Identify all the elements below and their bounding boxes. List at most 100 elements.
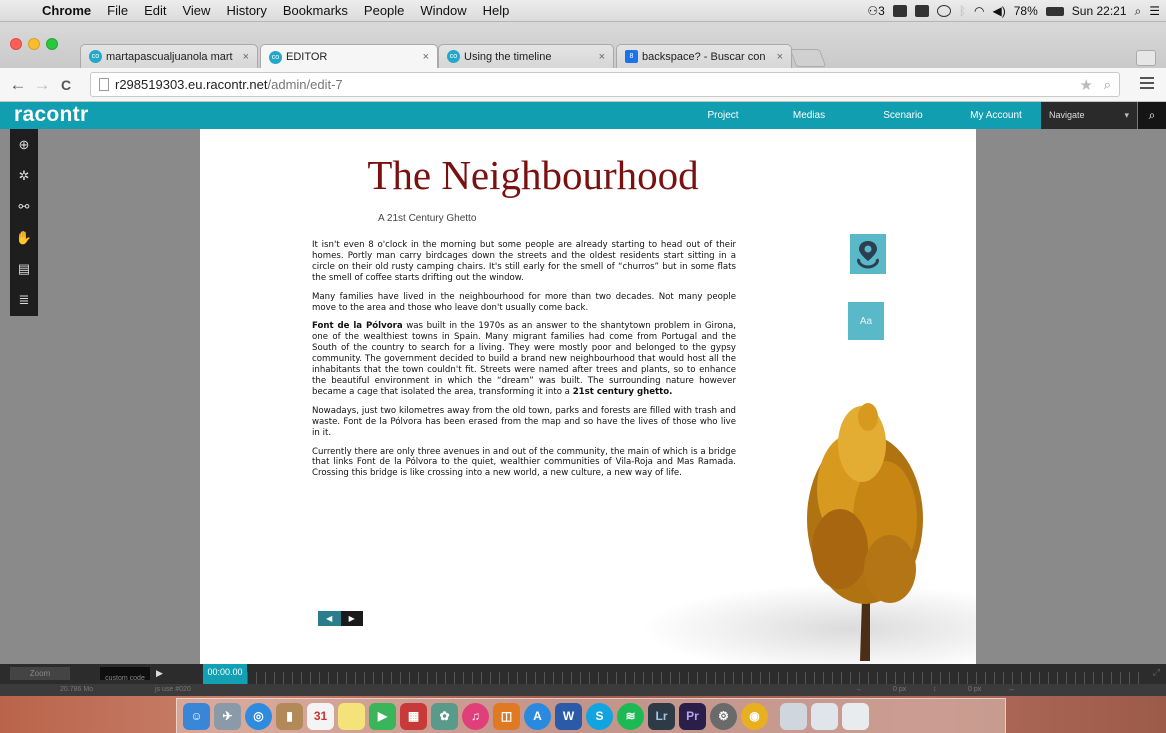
timecode-display[interactable]: 00:00.00 xyxy=(203,664,247,684)
add-element-icon[interactable]: ⊕ xyxy=(10,129,38,160)
premiere-icon[interactable]: Pr xyxy=(679,702,706,730)
chrome-toolbar: ← → C r298519303.eu.racontr.net/admin/ed… xyxy=(0,68,1166,102)
menu-help[interactable]: Help xyxy=(475,3,518,18)
battery-icon[interactable] xyxy=(1045,6,1064,16)
browser-tab-google-search[interactable]: 8 backspace? - Buscar con × xyxy=(616,44,792,68)
menubar-clock[interactable]: Sun 22:21 xyxy=(1072,4,1127,18)
notification-center-icon[interactable]: ☰ xyxy=(1149,4,1160,18)
story-text-block[interactable]: It isn't even 8 o'clock in the morning b… xyxy=(312,240,736,487)
photos-icon[interactable]: ✿ xyxy=(431,702,458,730)
downloads-stack-icon[interactable] xyxy=(780,702,807,730)
page-navigation-control[interactable]: ◀ ▶ xyxy=(318,611,363,626)
contacts-icon[interactable]: ▮ xyxy=(276,702,303,730)
menu-edit[interactable]: Edit xyxy=(136,3,174,18)
menu-people[interactable]: People xyxy=(356,3,412,18)
tab-close-icon[interactable]: × xyxy=(599,51,605,63)
ibooks-icon[interactable]: ◫ xyxy=(493,702,520,730)
tab-close-icon[interactable]: × xyxy=(423,51,429,63)
custom-code-button[interactable]: custom code xyxy=(100,667,150,680)
page-title[interactable]: The Neighbourhood xyxy=(200,151,866,199)
autumn-tree-image[interactable] xyxy=(790,399,940,661)
bookmark-star-icon[interactable]: ★ xyxy=(1080,76,1093,94)
play-icon[interactable]: ▶ xyxy=(156,668,163,679)
zoom-magnifier-icon[interactable]: ⌕ xyxy=(1104,77,1111,93)
next-page-button[interactable]: ▶ xyxy=(341,611,364,626)
nav-scenario[interactable]: Scenario xyxy=(870,102,936,129)
creative-cloud-icon[interactable]: ⚇3 xyxy=(867,4,884,18)
spotlight-icon[interactable]: ⌕ xyxy=(1135,4,1142,19)
browser-tab-editor[interactable]: co EDITOR × xyxy=(260,44,438,69)
media-element-button[interactable] xyxy=(850,234,886,274)
timeline-ruler[interactable] xyxy=(247,672,1147,684)
nav-medias[interactable]: Medias xyxy=(776,102,842,129)
browser-tab-martapascual[interactable]: co martapascualjuanola mart × xyxy=(80,44,258,68)
launchpad-icon[interactable]: ✈ xyxy=(214,702,241,730)
new-tab-button[interactable] xyxy=(789,49,827,67)
tab-close-icon[interactable]: × xyxy=(243,51,249,63)
expand-icon[interactable]: ⤢ xyxy=(1153,667,1160,678)
time-machine-icon[interactable] xyxy=(936,5,951,17)
racontr-logo[interactable]: racontr xyxy=(14,103,88,127)
navigate-dropdown[interactable]: Navigate ▾ xyxy=(1041,102,1137,129)
tool-palette: ⊕ ✲ ⚯ ✋ ▤ ≣ xyxy=(10,129,38,316)
link-icon[interactable]: ⚯ xyxy=(10,191,38,222)
display-icon[interactable] xyxy=(914,5,929,17)
search-icon[interactable]: ⌕ xyxy=(1138,102,1166,129)
skype-icon[interactable]: S xyxy=(586,702,613,730)
browser-tab-timeline[interactable]: co Using the timeline × xyxy=(438,44,614,68)
volume-icon[interactable]: ◀) xyxy=(993,4,1006,18)
zoom-window-button[interactable] xyxy=(46,38,58,50)
gear-icon[interactable]: ✲ xyxy=(10,160,38,191)
menu-app-chrome[interactable]: Chrome xyxy=(34,3,99,18)
close-window-button[interactable] xyxy=(10,38,22,50)
editor-canvas[interactable]: The Neighbourhood A 21st Century Ghetto … xyxy=(200,129,976,664)
documents-stack-icon[interactable] xyxy=(811,702,838,730)
previous-page-button[interactable]: ◀ xyxy=(318,611,341,626)
forward-button[interactable]: → xyxy=(30,75,54,95)
notes-icon[interactable] xyxy=(338,702,365,730)
reload-button[interactable]: C xyxy=(54,77,78,93)
bluetooth-icon[interactable]: ᛒ xyxy=(959,4,966,18)
back-button[interactable]: ← xyxy=(6,75,30,95)
wifi-icon[interactable]: ◠ xyxy=(974,4,984,18)
text-element-button[interactable]: Aa xyxy=(848,302,884,340)
menu-view[interactable]: View xyxy=(174,3,218,18)
adobe-icon[interactable] xyxy=(892,5,907,17)
lightroom-icon[interactable]: Lr xyxy=(648,702,675,730)
address-bar[interactable]: r298519303.eu.racontr.net/admin/edit-7 ★… xyxy=(90,72,1120,97)
menu-window[interactable]: Window xyxy=(412,3,474,18)
battery-percent[interactable]: 78% xyxy=(1014,4,1038,18)
safari-icon[interactable]: ◎ xyxy=(245,702,272,730)
hand-icon[interactable]: ✋ xyxy=(10,222,38,253)
finder-icon[interactable]: ☺ xyxy=(183,702,210,730)
y-offset-value[interactable]: 0 px xyxy=(968,686,981,693)
menu-file[interactable]: File xyxy=(99,3,136,18)
nav-my-account[interactable]: My Account xyxy=(958,102,1034,129)
zoom-control[interactable]: Zoom xyxy=(10,667,70,680)
facetime-icon[interactable]: ▶ xyxy=(369,702,396,730)
system-preferences-icon[interactable]: ⚙ xyxy=(710,702,737,730)
paragraph-4: Nowadays, just two kilometres away from … xyxy=(312,405,736,438)
trash-icon[interactable] xyxy=(842,702,869,730)
chrome-icon[interactable]: ◉ xyxy=(741,702,768,730)
spotify-icon[interactable]: ≋ xyxy=(617,702,644,730)
paragraph-1: It isn't even 8 o'clock in the morning b… xyxy=(312,240,736,283)
x-offset-value[interactable]: 0 px xyxy=(893,686,906,693)
itunes-icon[interactable]: ♫ xyxy=(462,702,489,730)
menu-history[interactable]: History xyxy=(218,3,274,18)
profile-button[interactable] xyxy=(1136,50,1156,66)
page-subtitle[interactable]: A 21st Century Ghetto xyxy=(378,213,476,224)
layers-icon[interactable]: ≣ xyxy=(10,284,38,315)
app-store-icon[interactable]: A xyxy=(524,702,551,730)
menu-bookmarks[interactable]: Bookmarks xyxy=(275,3,356,18)
photo-booth-icon[interactable]: ▦ xyxy=(400,702,427,730)
minimize-window-button[interactable] xyxy=(28,38,40,50)
calendar-icon[interactable]: 31 xyxy=(307,702,334,730)
window-controls xyxy=(10,38,58,50)
nav-project[interactable]: Project xyxy=(690,102,756,129)
word-icon[interactable]: W xyxy=(555,702,582,730)
navigate-label: Navigate xyxy=(1049,110,1085,120)
page-icon[interactable]: ▤ xyxy=(10,253,38,284)
tab-close-icon[interactable]: × xyxy=(777,51,783,63)
chrome-menu-icon[interactable] xyxy=(1140,77,1154,92)
